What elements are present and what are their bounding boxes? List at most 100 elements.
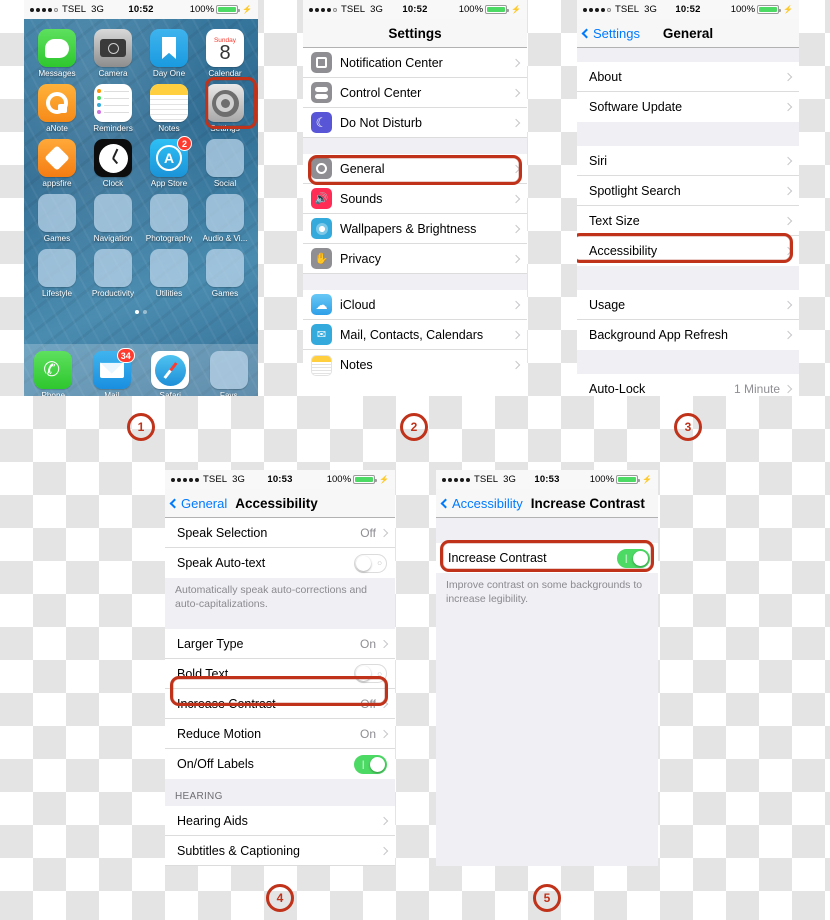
row-label: Software Update <box>589 100 683 114</box>
app-label: Mail <box>104 391 120 396</box>
row-label: Do Not Disturb <box>340 115 422 130</box>
battery-percent-label: 100% <box>589 474 615 485</box>
row-label: Notes <box>340 358 373 372</box>
general-row-software-update[interactable]: Software Update <box>577 92 799 122</box>
on-off-labels-toggle[interactable] <box>354 754 387 774</box>
settings-row-do-not-disturb[interactable]: ☾ Do Not Disturb <box>303 108 527 138</box>
app-icon-reminders[interactable]: Reminders <box>86 80 140 133</box>
settings-row-sounds[interactable]: 🔊 Sounds <box>303 184 527 214</box>
folder-games-2[interactable]: Games <box>198 245 252 298</box>
folder-games-1[interactable]: Games <box>30 190 84 243</box>
settings-row-mail-contacts-calendars[interactable]: ✉ Mail, Contacts, Calendars <box>303 320 527 350</box>
settings-row-privacy[interactable]: ✋ Privacy <box>303 244 527 274</box>
settings-row-notes[interactable]: Notes <box>303 350 527 380</box>
page-dot[interactable] <box>143 310 147 314</box>
nav-bar: Settings General <box>577 19 799 48</box>
app-icon-day-one[interactable]: Day One <box>142 25 196 78</box>
battery-percent-label: 100% <box>326 474 352 485</box>
chevron-right-icon <box>511 88 521 97</box>
page-title: Increase Contrast <box>530 495 645 511</box>
settings-row-control-center[interactable]: Control Center <box>303 78 527 108</box>
general-row-siri[interactable]: Siri <box>577 146 799 176</box>
app-icon-camera[interactable]: Camera <box>86 25 140 78</box>
list-group-separator-2 <box>577 266 799 290</box>
charging-bolt-icon: ⚡ <box>511 5 521 14</box>
app-label: Utilities <box>155 289 183 298</box>
app-label: Messages <box>38 69 76 78</box>
chevron-right-icon <box>783 300 793 309</box>
folder-social[interactable]: Social <box>198 135 252 188</box>
general-row-spotlight-search[interactable]: Spotlight Search <box>577 176 799 206</box>
dock-icon-mail[interactable]: 34 Mail <box>83 347 142 396</box>
dock-icon-safari[interactable]: Safari <box>141 347 200 396</box>
app-icon-app-store[interactable]: A 2 App Store <box>142 135 196 188</box>
accessibility-row-on-off-labels[interactable]: On/Off Labels <box>165 749 395 780</box>
chevron-right-icon <box>783 216 793 225</box>
settings-row-wallpapers-brightness[interactable]: Wallpapers & Brightness <box>303 214 527 244</box>
page-title: Accessibility <box>235 495 318 511</box>
general-row-about[interactable]: About <box>577 62 799 92</box>
battery-percent-label: 100% <box>189 4 215 15</box>
increase-contrast-toggle[interactable] <box>617 548 650 568</box>
row-label: Hearing Aids <box>177 813 248 828</box>
back-button[interactable]: Accessibility <box>440 495 523 511</box>
settings-row-notification-center[interactable]: Notification Center <box>303 48 527 78</box>
folder-audio-video[interactable]: Audio & Vi... <box>198 190 252 243</box>
accessibility-row-speak-auto-text[interactable]: Speak Auto-text <box>165 548 395 578</box>
accessibility-row-bold-text[interactable]: Bold Text <box>165 659 395 690</box>
app-icon-anote[interactable]: aNote <box>30 80 84 133</box>
settings-row-icloud[interactable]: ☁ iCloud <box>303 290 527 320</box>
general-row-accessibility[interactable]: Accessibility <box>577 236 799 266</box>
increase-contrast-row[interactable]: Increase Contrast <box>436 543 658 573</box>
chevron-right-icon <box>783 156 793 165</box>
settings-row-general[interactable]: General <box>303 154 527 184</box>
list-top-gap <box>577 48 799 62</box>
page-dot-active[interactable] <box>135 310 139 314</box>
settings-list-3: ☁ iCloud ✉ Mail, Contacts, Calendars Not… <box>303 290 527 380</box>
accessibility-row-hearing-aids[interactable]: Hearing Aids <box>165 806 395 837</box>
badge-count: 34 <box>116 348 135 363</box>
accessibility-row-subtitles-captioning[interactable]: Subtitles & Captioning <box>165 836 395 866</box>
mail-icon: ✉ <box>311 324 332 345</box>
dock-icon-phone[interactable]: ✆ Phone <box>24 347 83 396</box>
general-row-text-size[interactable]: Text Size <box>577 206 799 236</box>
app-label: Camera <box>98 69 128 78</box>
row-value: Off <box>360 525 376 540</box>
app-icon-appsfire[interactable]: appsfire <box>30 135 84 188</box>
general-row-usage[interactable]: Usage <box>577 290 799 320</box>
app-icon-settings[interactable]: Settings <box>198 80 252 133</box>
back-button-label: Accessibility <box>452 495 523 511</box>
notification-center-icon <box>311 52 332 73</box>
status-bar: TSEL 3G 10:53 100% ⚡ <box>436 470 658 489</box>
accessibility-row-reduce-motion[interactable]: Reduce Motion On <box>165 719 395 750</box>
folder-utilities[interactable]: Utilities <box>142 245 196 298</box>
icloud-icon: ☁ <box>311 294 332 315</box>
app-label: Calendar <box>208 69 242 78</box>
app-icon-calendar[interactable]: Sunday 8 Calendar <box>198 25 252 78</box>
app-icon-notes[interactable]: Notes <box>142 80 196 133</box>
general-row-auto-lock[interactable]: Auto-Lock 1 Minute <box>577 374 799 396</box>
app-label: appsfire <box>42 179 72 188</box>
general-list-4: Auto-Lock 1 Minute <box>577 374 799 396</box>
chevron-right-icon <box>511 360 521 370</box>
chevron-right-icon <box>783 330 793 340</box>
speak-auto-text-toggle[interactable] <box>354 553 387 573</box>
accessibility-row-increase-contrast[interactable]: Increase Contrast Off <box>165 689 395 720</box>
accessibility-row-larger-type[interactable]: Larger Type On <box>165 629 395 660</box>
folder-icon <box>38 249 76 287</box>
folder-photography[interactable]: Photography <box>142 190 196 243</box>
accessibility-row-speak-selection[interactable]: Speak Selection Off <box>165 518 395 548</box>
app-icon-clock[interactable]: Clock <box>86 135 140 188</box>
app-label: Lifestyle <box>41 289 73 298</box>
app-icon-messages[interactable]: Messages <box>30 25 84 78</box>
bold-text-toggle[interactable] <box>354 664 387 684</box>
back-button-label: Settings <box>593 25 640 41</box>
back-button[interactable]: Settings <box>581 25 640 41</box>
folder-navigation[interactable]: Navigation <box>86 190 140 243</box>
general-row-background-app-refresh[interactable]: Background App Refresh <box>577 320 799 350</box>
folder-lifestyle[interactable]: Lifestyle <box>30 245 84 298</box>
chevron-left-icon <box>581 28 592 38</box>
dock-folder-favs[interactable]: Favs <box>200 347 259 396</box>
back-button[interactable]: General <box>169 496 227 511</box>
folder-productivity[interactable]: Productivity <box>86 245 140 298</box>
